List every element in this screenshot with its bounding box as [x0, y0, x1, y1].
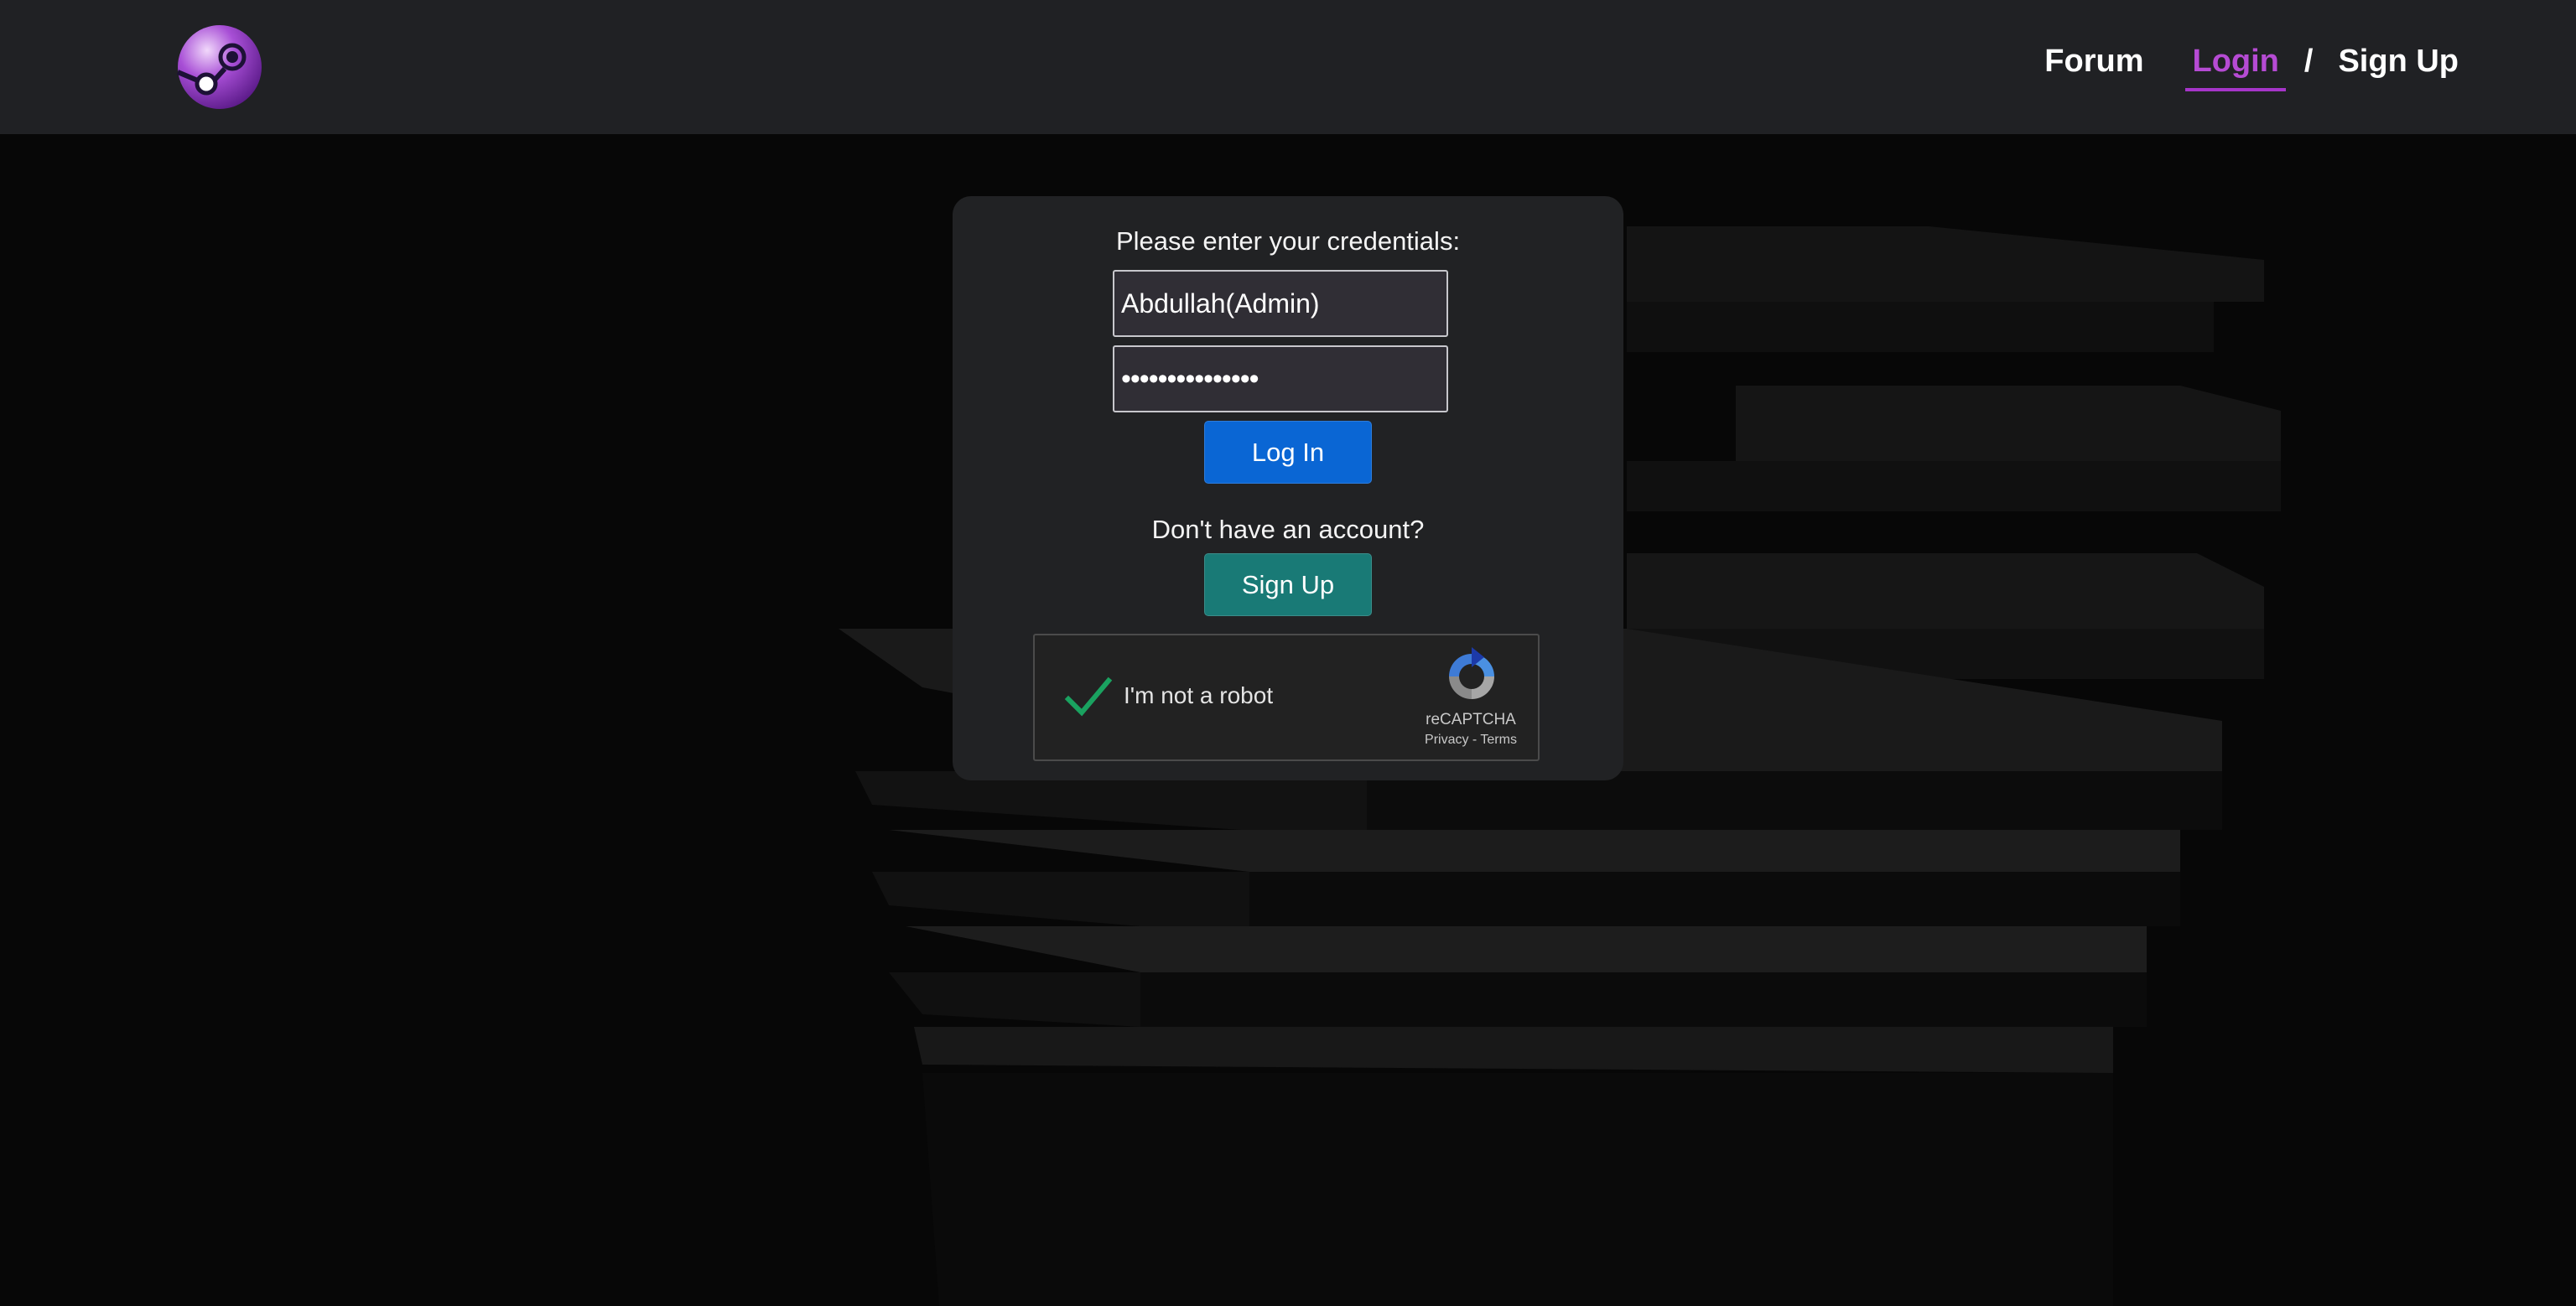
- recaptcha-links: Privacy - Terms: [1387, 733, 1555, 748]
- checkmark-icon[interactable]: [1063, 672, 1114, 723]
- signup-prompt: Don't have an account?: [1151, 515, 1425, 544]
- nav-login-link[interactable]: Login: [2185, 44, 2286, 91]
- password-field[interactable]: [1113, 345, 1448, 412]
- signup-button[interactable]: Sign Up: [1204, 553, 1372, 616]
- credentials-prompt: Please enter your credentials:: [1115, 226, 1461, 256]
- recaptcha-logo-icon: [1449, 647, 1494, 699]
- login-card: Please enter your credentials: Log In Do…: [953, 196, 1623, 780]
- steam-logo-icon[interactable]: [176, 23, 263, 111]
- top-navbar: Forum Login / Sign Up: [0, 0, 2576, 134]
- recaptcha-privacy-link[interactable]: Privacy: [1425, 733, 1468, 747]
- recaptcha-brand: reCAPTCHA: [1426, 711, 1516, 728]
- nav-links: Forum Login / Sign Up: [2044, 44, 2459, 97]
- captcha-label: I'm not a robot: [1124, 682, 1274, 708]
- nav-separator: /: [2303, 44, 2314, 79]
- username-field[interactable]: [1113, 270, 1448, 337]
- login-button[interactable]: Log In: [1204, 421, 1372, 484]
- nav-signup-link[interactable]: Sign Up: [2338, 44, 2459, 80]
- nav-forum-link[interactable]: Forum: [2044, 44, 2143, 80]
- recaptcha-terms-link[interactable]: Terms: [1480, 733, 1517, 747]
- recaptcha-widget: I'm not a robot reCAPTCHA Privacy - Term…: [1033, 634, 1540, 761]
- recaptcha-link-separator: -: [1468, 733, 1481, 747]
